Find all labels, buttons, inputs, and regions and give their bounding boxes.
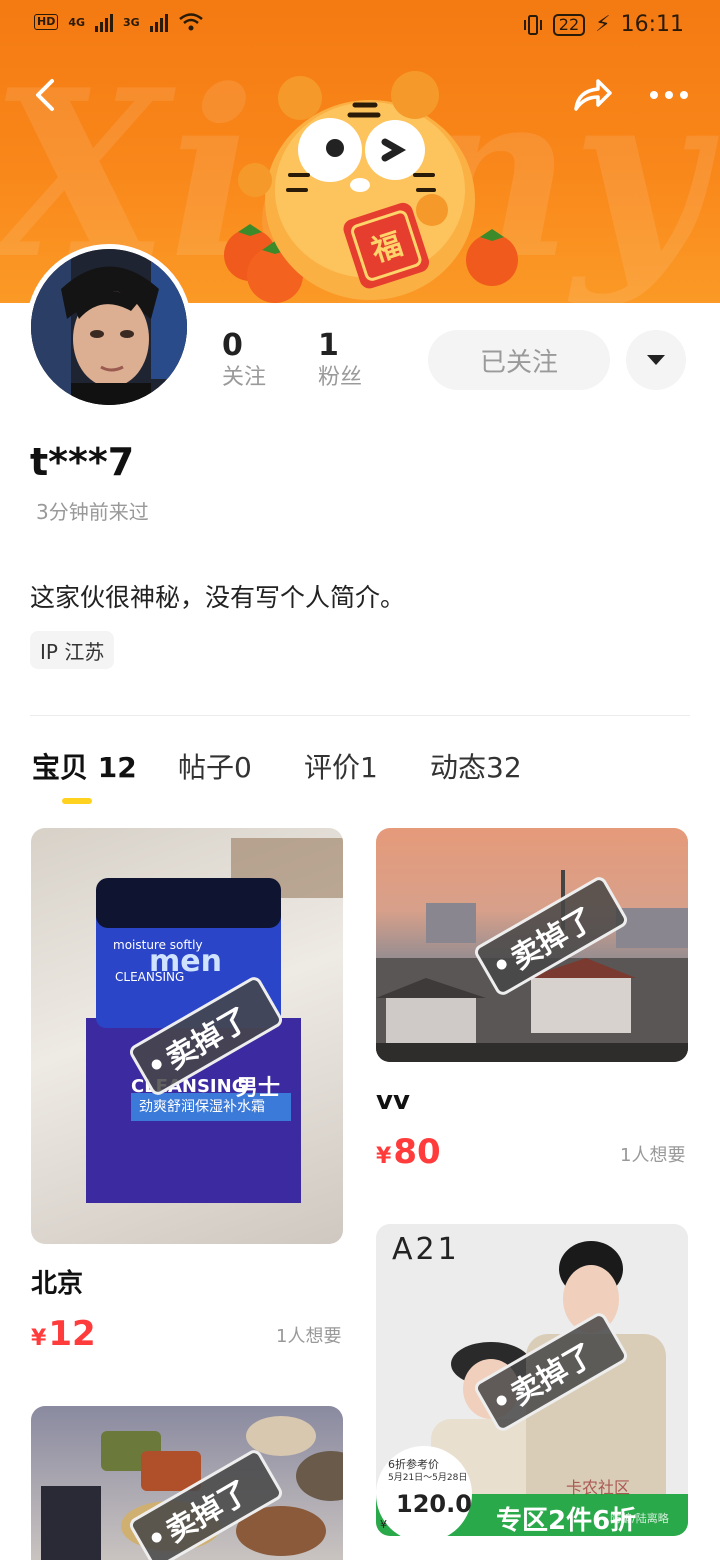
fans-label: 粉丝 bbox=[318, 365, 363, 390]
product-text-3: CLEANSING bbox=[115, 970, 185, 984]
tab-activity[interactable]: 动态32 bbox=[430, 746, 522, 786]
signal-icon bbox=[95, 12, 114, 32]
ref-price-dates: 5月21日～5月28日 bbox=[388, 1473, 468, 1483]
item-card-image[interactable]: A21 6折参考价 5月21日～5月28日 120.0 ¥ 专区2件6折 卡农社… bbox=[376, 1224, 688, 1536]
item-title[interactable]: vv bbox=[376, 1086, 410, 1116]
item-card-image[interactable]: 卖掉了 bbox=[31, 1406, 343, 1560]
hd-badge: HD bbox=[34, 14, 59, 30]
product-text-5: 劲爽舒润保湿补水霜 bbox=[139, 1099, 265, 1115]
tab-label: 宝贝 bbox=[32, 751, 89, 784]
more-button[interactable] bbox=[644, 70, 694, 120]
status-bar: HD 4G 3G 22 ⚡ 16:11 bbox=[0, 0, 720, 50]
battery-icon: 22 bbox=[552, 13, 586, 36]
community-watermark: 卡农社区 bbox=[566, 1478, 631, 1497]
want-count: 1人想要 bbox=[276, 1326, 342, 1347]
share-icon bbox=[574, 79, 612, 111]
status-right: 22 ⚡ 16:11 bbox=[523, 12, 684, 37]
tab-count: 1 bbox=[360, 751, 378, 784]
username: t***7 bbox=[30, 440, 135, 484]
price-value: 12 bbox=[48, 1314, 96, 1354]
following-stat[interactable]: 0 关注 bbox=[222, 328, 266, 392]
avatar-photo bbox=[31, 249, 187, 405]
ref-price-value: 120.0 bbox=[396, 1490, 472, 1518]
followed-button[interactable]: 已关注 bbox=[428, 330, 610, 390]
last-seen-text: 3分钟前来过 bbox=[36, 500, 149, 524]
currency-symbol: ¥ bbox=[376, 1144, 392, 1169]
fans-stat[interactable]: 1 粉丝 bbox=[318, 328, 362, 392]
caret-down-icon bbox=[647, 355, 665, 365]
item-card-image[interactable]: moisture softly men CLEANSING CLEANSING … bbox=[31, 828, 343, 1244]
item-title[interactable]: 北京 bbox=[31, 1263, 83, 1300]
charging-icon: ⚡ bbox=[595, 12, 611, 37]
item-price: ¥12 bbox=[31, 1314, 96, 1354]
network-3g-label: 3G bbox=[123, 15, 140, 29]
vibrate-icon bbox=[523, 14, 542, 35]
follow-options-button[interactable] bbox=[626, 330, 686, 390]
tab-count: 0 bbox=[234, 751, 252, 784]
active-tab-indicator bbox=[62, 798, 92, 804]
item-card-image[interactable]: 卖掉了 bbox=[376, 828, 688, 1062]
following-label: 关注 bbox=[222, 365, 267, 390]
brand-logo: A21 bbox=[392, 1232, 460, 1267]
tab-label: 动态 bbox=[430, 751, 487, 784]
back-button[interactable] bbox=[20, 70, 70, 120]
community-watermark-2: 防骗/陆离略 bbox=[610, 1512, 669, 1525]
signal-icon bbox=[149, 12, 168, 32]
tab-count: 12 bbox=[97, 751, 137, 784]
item-price: ¥80 bbox=[376, 1132, 441, 1172]
price-value: 80 bbox=[393, 1132, 441, 1172]
share-button[interactable] bbox=[568, 70, 618, 120]
tab-posts[interactable]: 帖子0 bbox=[178, 746, 252, 786]
chevron-left-icon bbox=[36, 79, 54, 111]
tab-count: 32 bbox=[486, 751, 522, 784]
tab-label: 帖子 bbox=[178, 751, 235, 784]
tab-reviews[interactable]: 评价1 bbox=[304, 746, 378, 786]
section-divider bbox=[30, 715, 690, 716]
ref-price-currency: ¥ bbox=[380, 1518, 387, 1531]
following-count: 0 bbox=[222, 328, 243, 363]
status-left: HD 4G 3G bbox=[34, 12, 204, 32]
status-time: 16:11 bbox=[620, 12, 684, 37]
ip-location-tag: IP 江苏 bbox=[30, 631, 115, 669]
tab-items[interactable]: 宝贝 12 bbox=[32, 746, 137, 786]
profile-bio: 这家伙很神秘，没有写个人简介。 bbox=[30, 583, 406, 612]
avatar[interactable] bbox=[26, 244, 192, 410]
tab-label: 评价 bbox=[304, 751, 361, 784]
more-dots-icon bbox=[650, 91, 688, 99]
network-4g-label: 4G bbox=[68, 15, 86, 29]
fans-count: 1 bbox=[318, 328, 339, 363]
mascot-illustration: 福 bbox=[224, 71, 518, 303]
currency-symbol: ¥ bbox=[31, 1326, 47, 1351]
wifi-icon bbox=[178, 13, 203, 31]
want-count: 1人想要 bbox=[620, 1145, 686, 1166]
